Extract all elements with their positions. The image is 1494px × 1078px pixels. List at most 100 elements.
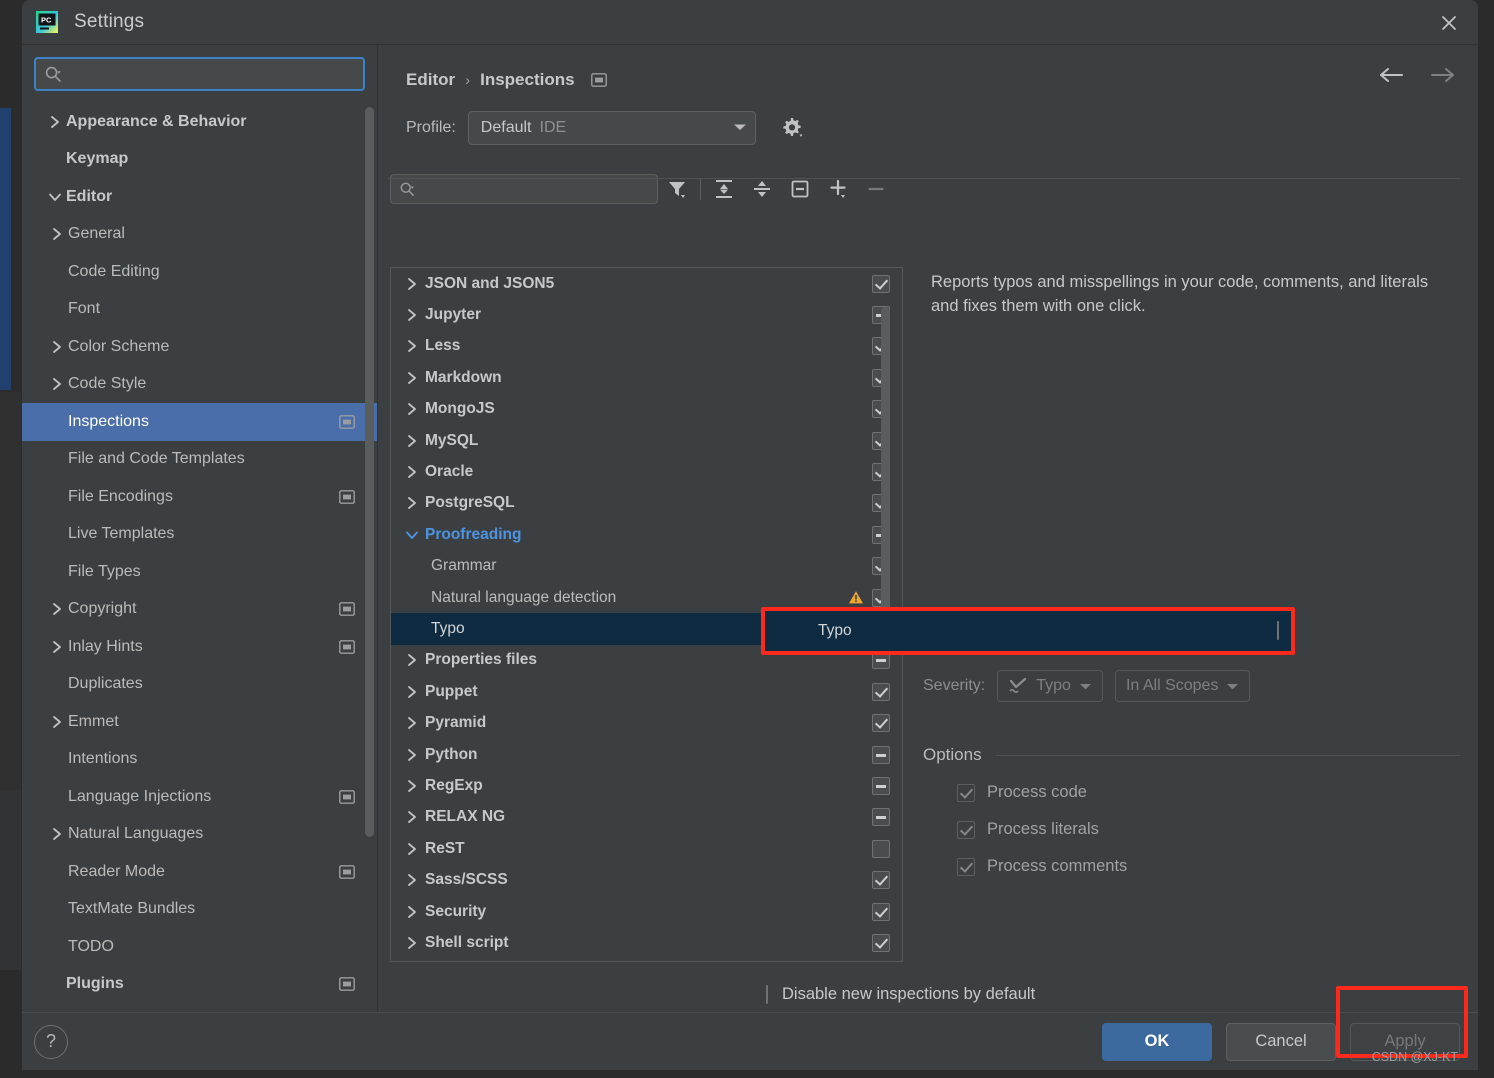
inspection-row-typo[interactable]: Typo	[765, 611, 1291, 651]
inspection-row[interactable]: Jupyter	[391, 299, 902, 330]
chevron-right-icon[interactable]	[399, 873, 425, 887]
help-button[interactable]: ?	[34, 1024, 68, 1059]
chevron-right-icon[interactable]	[399, 842, 425, 856]
sidebar-item-todo[interactable]: TODO	[22, 928, 377, 966]
chevron-right-icon[interactable]	[399, 434, 425, 448]
ok-button[interactable]: OK	[1102, 1022, 1212, 1061]
inspection-row[interactable]: RegExp	[391, 770, 902, 801]
inspection-row[interactable]: Less	[391, 331, 902, 362]
sidebar-item-inspections[interactable]: Inspections	[22, 403, 377, 441]
scope-dropdown[interactable]: In All Scopes	[1114, 670, 1251, 702]
sidebar-item-copyright[interactable]: Copyright	[22, 591, 377, 629]
option-row[interactable]: Process literals	[957, 820, 1460, 839]
inspection-row[interactable]: Sass/SCSS	[391, 864, 902, 895]
chevron-right-icon[interactable]	[399, 402, 425, 416]
inspection-row[interactable]: RELAX NG	[391, 802, 902, 833]
inspection-row[interactable]: Puppet	[391, 676, 902, 707]
option-row[interactable]: Process comments	[957, 857, 1460, 876]
sidebar-item-font[interactable]: Font	[22, 291, 377, 329]
inspection-row[interactable]: JSON and JSON5	[391, 268, 902, 299]
option-checkbox[interactable]	[957, 783, 975, 802]
chevron-right-icon[interactable]	[399, 371, 425, 385]
inspection-row-checkbox[interactable]	[866, 745, 896, 764]
sidebar-item-file-encodings[interactable]: File Encodings	[22, 478, 377, 516]
chevron-right-icon[interactable]	[399, 810, 425, 824]
inspection-row-checkbox[interactable]	[866, 902, 896, 921]
chevron-right-icon[interactable]	[399, 653, 425, 667]
inspection-row[interactable]: Security	[391, 896, 902, 927]
breadcrumb-parent[interactable]: Editor	[406, 70, 455, 90]
sidebar-item-textmate-bundles[interactable]: TextMate Bundles	[22, 891, 377, 929]
inspection-row-checkbox[interactable]	[866, 714, 896, 733]
sidebar-item-intentions[interactable]: Intentions	[22, 741, 377, 779]
inspection-row[interactable]: Python	[391, 739, 902, 770]
inspection-row-checkbox[interactable]	[866, 776, 896, 795]
inspection-row[interactable]: Markdown	[391, 362, 902, 393]
sidebar-scrollbar[interactable]	[365, 107, 374, 837]
arrow-right-icon[interactable]	[1428, 65, 1456, 85]
inspection-row-checkbox[interactable]	[866, 871, 896, 890]
chevron-right-icon[interactable]	[399, 936, 425, 950]
sidebar-item-live-templates[interactable]: Live Templates	[22, 516, 377, 554]
chevron-right-icon[interactable]	[44, 115, 66, 129]
inspection-row-checkbox[interactable]	[866, 682, 896, 701]
cancel-button[interactable]: Cancel	[1226, 1022, 1336, 1061]
chevron-right-icon[interactable]	[399, 905, 425, 919]
sidebar-item-file-and-code-templates[interactable]: File and Code Templates	[22, 441, 377, 479]
chevron-right-icon[interactable]	[399, 496, 425, 510]
inspection-row-checkbox[interactable]	[866, 808, 896, 827]
sidebar-item-appearance-behavior[interactable]: Appearance & Behavior	[22, 103, 377, 141]
chevron-right-icon[interactable]	[399, 339, 425, 353]
sidebar-item-duplicates[interactable]: Duplicates	[22, 666, 377, 704]
sidebar-item-emmet[interactable]: Emmet	[22, 703, 377, 741]
inspection-row[interactable]: Shell script	[391, 927, 902, 958]
profile-dropdown[interactable]: Default IDE	[467, 111, 756, 145]
option-checkbox[interactable]	[957, 820, 975, 839]
inspection-row[interactable]: Pyramid	[391, 707, 902, 738]
chevron-right-icon[interactable]	[399, 277, 425, 291]
inspection-search-input[interactable]	[421, 181, 649, 197]
chevron-right-icon[interactable]	[399, 685, 425, 699]
inspection-row[interactable]: Proofreading	[391, 519, 902, 550]
inspection-row-checkbox[interactable]	[1277, 621, 1279, 640]
inspection-row[interactable]: Oracle	[391, 456, 902, 487]
inspection-row-checkbox[interactable]	[866, 933, 896, 952]
gear-icon[interactable]	[780, 116, 804, 140]
chevron-right-icon[interactable]	[399, 779, 425, 793]
sidebar-item-inlay-hints[interactable]: Inlay Hints	[22, 628, 377, 666]
inspection-row-checkbox[interactable]	[866, 839, 896, 858]
chevron-down-icon[interactable]	[44, 191, 66, 203]
chevron-right-icon[interactable]	[399, 716, 425, 730]
chevron-right-icon[interactable]	[46, 640, 68, 654]
inspection-row[interactable]: PostgreSQL	[391, 488, 902, 519]
chevron-right-icon[interactable]	[399, 308, 425, 322]
arrow-left-icon[interactable]	[1378, 65, 1406, 85]
chevron-right-icon[interactable]	[46, 602, 68, 616]
inspection-tree-scrollbar[interactable]	[881, 307, 890, 619]
option-row[interactable]: Process code	[957, 783, 1460, 802]
inspection-row-checkbox[interactable]	[866, 651, 896, 670]
sidebar-item-plugins[interactable]: Plugins	[22, 966, 377, 1004]
chevron-right-icon[interactable]	[46, 227, 68, 241]
search-input[interactable]	[68, 66, 355, 82]
sidebar-item-code-style[interactable]: Code Style	[22, 366, 377, 404]
option-checkbox[interactable]	[957, 857, 975, 876]
sidebar-item-reader-mode[interactable]: Reader Mode	[22, 853, 377, 891]
sidebar-item-natural-languages[interactable]: Natural Languages	[22, 816, 377, 854]
chevron-right-icon[interactable]	[46, 377, 68, 391]
chevron-right-icon[interactable]	[46, 340, 68, 354]
sidebar-item-keymap[interactable]: Keymap	[22, 141, 377, 179]
sidebar-item-code-editing[interactable]: Code Editing	[22, 253, 377, 291]
sidebar-item-language-injections[interactable]: Language Injections	[22, 778, 377, 816]
sidebar-item-editor[interactable]: Editor	[22, 178, 377, 216]
chevron-right-icon[interactable]	[399, 465, 425, 479]
disable-new-inspections-checkbox[interactable]	[766, 984, 768, 1004]
chevron-down-icon[interactable]	[399, 529, 425, 541]
inspection-row[interactable]: Natural language detection	[391, 582, 902, 613]
inspection-row[interactable]: Grammar	[391, 551, 902, 582]
chevron-right-icon[interactable]	[46, 827, 68, 841]
sidebar-item-file-types[interactable]: File Types	[22, 553, 377, 591]
sidebar-item-general[interactable]: General	[22, 216, 377, 254]
sidebar-item-color-scheme[interactable]: Color Scheme	[22, 328, 377, 366]
inspection-row-checkbox[interactable]	[866, 274, 896, 293]
